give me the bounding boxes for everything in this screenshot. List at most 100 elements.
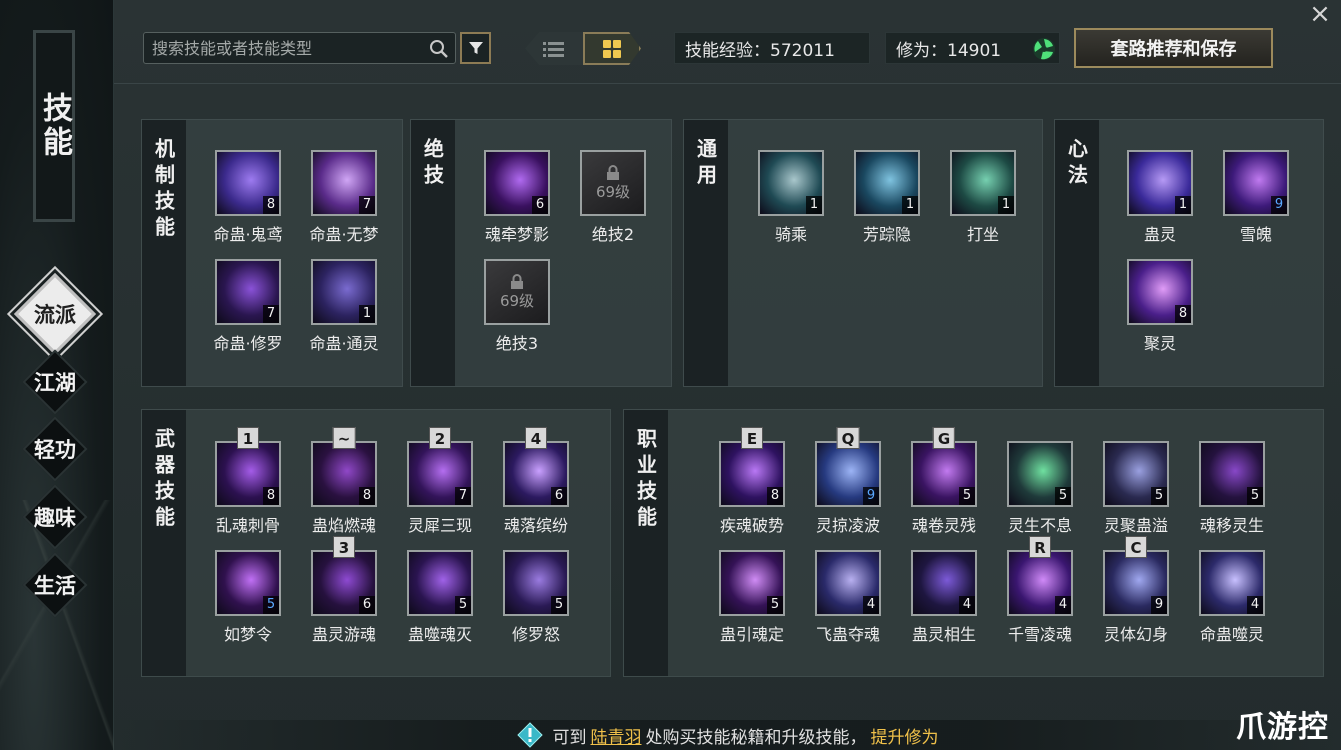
skill-icon[interactable]: 6 [503,441,569,507]
skill-icon[interactable]: 9 [1223,150,1289,216]
skill-icon[interactable]: 8 [215,150,281,216]
nav-tab-label: 流派 [34,302,76,327]
cultivation-link[interactable]: 提升修为 [871,723,939,748]
skill-icon[interactable]: 1 [950,150,1016,216]
skill-slot[interactable]: E 8 疾魂破势 [704,427,800,536]
skill-icon[interactable]: 5 [503,550,569,616]
skill-icon[interactable]: 1 [311,259,377,325]
skill-icon[interactable]: 5 [407,550,473,616]
watermark-logo: 爪游控 [1236,710,1329,745]
skill-slot[interactable]: 1 骑乘 [743,150,839,245]
skill-name: 聚灵 [1143,334,1176,353]
nav-tab-school[interactable]: 流派 [13,272,97,356]
recommend-save-button[interactable]: 套路推荐和保存 [1074,28,1273,68]
skill-icon[interactable]: 6 [484,150,550,216]
skill-icon[interactable]: 8 [311,441,377,507]
skill-icon[interactable]: 8 [719,441,785,507]
skill-slot[interactable]: 6 魂牵梦影 [469,150,565,245]
skill-slot[interactable]: 4 命蛊噬灵 [1184,550,1280,645]
skill-slot[interactable]: 8 命蛊·鬼鸢 [200,150,296,245]
filter-button[interactable] [460,32,491,64]
skill-slot[interactable]: 4 蛊灵相生 [896,550,992,645]
skill-name: 千雪凌魂 [1007,625,1072,644]
skill-icon[interactable]: 6 [311,550,377,616]
skill-name: 绝技3 [495,334,539,353]
skill-slot[interactable]: C 9 灵体幻身 [1088,536,1184,645]
skill-slot[interactable]: 4 飞蛊夺魂 [800,550,896,645]
skill-level-badge: 4 [1247,596,1263,614]
npc-link[interactable]: 陆青羽 [591,723,642,748]
skill-icon[interactable]: 1 [854,150,920,216]
skill-name: 命蛊噬灵 [1199,625,1264,644]
toolbar: 技能经验：572011 修为：14901 套路推荐和保存 [114,0,1341,84]
skill-slot[interactable]: 5 灵聚蛊溢 [1088,441,1184,536]
nav-tab-qinggong[interactable]: 轻功 [14,416,96,482]
skill-icon[interactable]: 69级 [484,259,550,325]
skill-slot[interactable]: 4 6 魂落缤纷 [488,427,584,536]
unlock-level-text: 69级 [499,291,535,310]
skill-icon[interactable]: 1 [1127,150,1193,216]
skill-icon[interactable]: 4 [1199,550,1265,616]
skill-slot[interactable]: 69级 绝技2 [565,150,661,245]
skill-icon[interactable]: 7 [215,259,281,325]
skill-slot[interactable]: 5 修罗怒 [488,550,584,645]
skill-slot[interactable]: 5 灵生不息 [992,441,1088,536]
skill-icon[interactable]: 4 [911,550,977,616]
nav-tab-jianghu[interactable]: 江湖 [14,349,96,415]
skill-icon[interactable]: 9 [1103,550,1169,616]
skill-slot[interactable]: 5 魂移灵生 [1184,441,1280,536]
cultivation-icon[interactable] [1032,37,1056,61]
skill-slot[interactable]: 9 雪魄 [1208,150,1304,245]
skill-slot[interactable]: ~8 蛊焰燃魂 [296,427,392,536]
skill-icon[interactable]: 69级 [580,150,646,216]
skill-level-badge: 9 [1271,196,1287,214]
list-view-button[interactable] [525,32,583,65]
grid-view-button[interactable] [583,32,641,65]
skill-icon[interactable]: 4 [815,550,881,616]
skill-icon[interactable]: 5 [719,550,785,616]
skill-name: 灵掠凌波 [815,516,880,535]
skill-slot[interactable]: 69级绝技3 [469,259,565,354]
nav-tab-label: 趣味 [34,505,76,530]
skill-icon[interactable]: 5 [1199,441,1265,507]
skill-slot[interactable]: 1 命蛊·通灵 [296,259,392,354]
skill-slot[interactable]: 5 如梦令 [200,550,296,645]
search-icon[interactable] [429,39,449,59]
skill-slot[interactable]: 1 打坐 [935,150,1031,245]
skill-slot[interactable]: 8 聚灵 [1112,259,1208,354]
skill-level-badge: 7 [263,305,279,323]
skill-icon[interactable]: 8 [215,441,281,507]
skill-icon[interactable]: 5 [1103,441,1169,507]
skill-slot[interactable]: 1 芳踪隐 [839,150,935,245]
nav-tab-fun[interactable]: 趣味 [14,484,96,550]
skill-slot[interactable]: 7 命蛊·无梦 [296,150,392,245]
search-input[interactable] [152,38,422,58]
skill-slot[interactable]: 7 命蛊·修罗 [200,259,296,354]
skill-slot[interactable]: Q 9 灵掠凌波 [800,427,896,536]
skill-slot[interactable]: 5 蛊噬魂灭 [392,550,488,645]
left-rail: 技能 流派 江湖 轻功 趣味 生活 [0,0,114,750]
skill-icon[interactable]: 4 [1007,550,1073,616]
skill-slot[interactable]: 1 8 乱魂刺骨 [200,427,296,536]
footer-tip: 可到 陆青羽 处购买技能秘籍和升级技能， 提升修为 [114,720,1341,750]
skill-slot[interactable]: 1 蛊灵 [1112,150,1208,245]
skill-slot[interactable]: R 4 千雪凌魂 [992,536,1088,645]
skill-slot[interactable]: G 5 魂卷灵残 [896,427,992,536]
skill-name: 魂落缤纷 [503,516,568,535]
skill-icon[interactable]: 5 [911,441,977,507]
skill-level-badge: 8 [767,487,783,505]
skill-icon[interactable]: 7 [311,150,377,216]
skill-level-badge: 5 [1247,487,1263,505]
skill-slot[interactable]: 2 7 灵犀三现 [392,427,488,536]
skill-icon[interactable]: 5 [215,550,281,616]
close-icon[interactable]: × [1307,1,1333,28]
nav-tab-life[interactable]: 生活 [14,552,96,618]
skill-slot[interactable]: 3 6 蛊灵游魂 [296,536,392,645]
skill-slot[interactable]: 5 蛊引魂定 [704,550,800,645]
skill-icon[interactable]: 7 [407,441,473,507]
skill-icon[interactable]: 9 [815,441,881,507]
skill-icon[interactable]: 1 [758,150,824,216]
skill-level-badge: 8 [263,487,279,505]
skill-icon[interactable]: 8 [1127,259,1193,325]
skill-icon[interactable]: 5 [1007,441,1073,507]
